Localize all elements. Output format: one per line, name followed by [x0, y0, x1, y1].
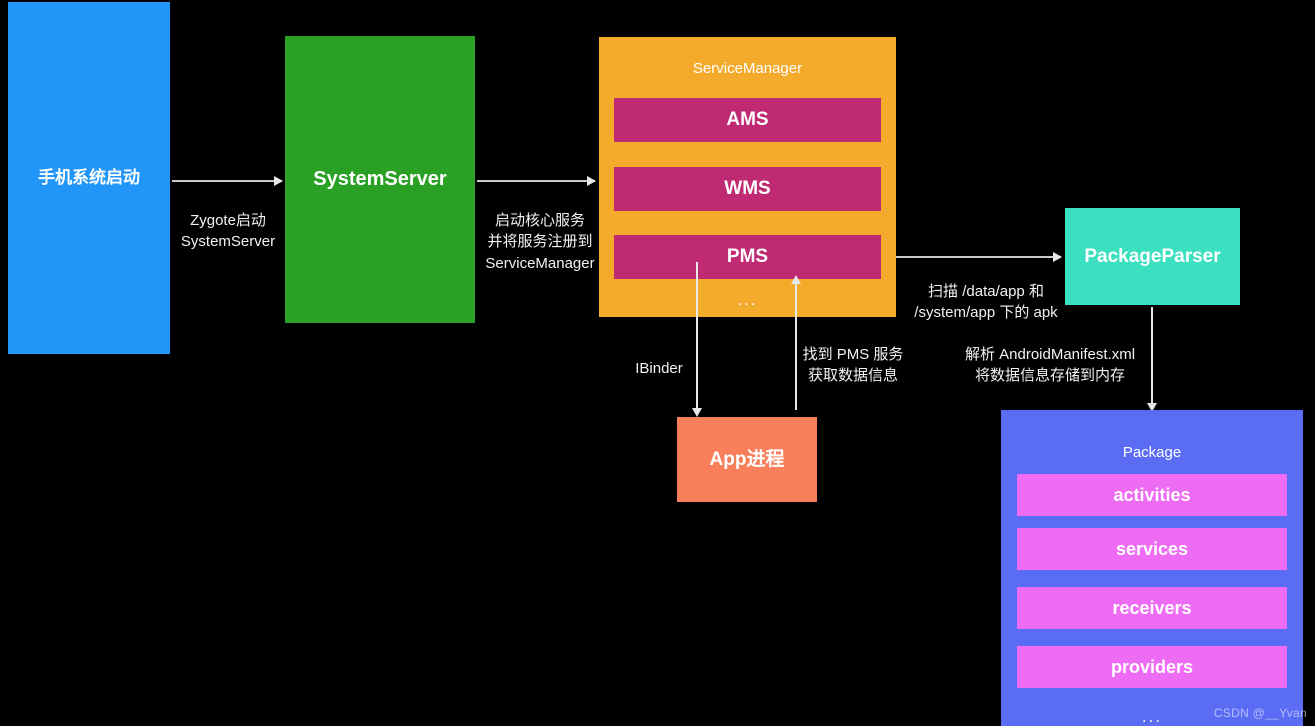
package-item-activities-label: activities: [1113, 484, 1191, 505]
edge-label-zygote: Zygote启动 SystemServer: [180, 212, 276, 251]
service-manager-ellipsis: ...: [737, 290, 758, 309]
edge-label-find-pms: 找到 PMS 服务 获取数据信息: [802, 346, 904, 385]
edge-label-scan-apk: 扫描 /data/app 和 /system/app 下的 apk: [914, 283, 1058, 322]
diagram-canvas: 手机系统启动 Zygote启动 SystemServer SystemServe…: [0, 0, 1315, 726]
service-item-pms-label: PMS: [726, 246, 769, 268]
edge-label-start-core-services: 启动核心服务 并将服务注册到 ServiceManager: [485, 212, 595, 272]
service-manager-title: ServiceManager: [692, 60, 803, 77]
node-system-server: SystemServer: [285, 36, 475, 323]
package-item-receivers-label: receivers: [1112, 597, 1192, 618]
service-item-ams-label: AMS: [726, 109, 769, 131]
node-boot-label: 手机系统启动: [38, 168, 140, 188]
arrow-pms-to-package-parser: [896, 252, 1062, 262]
arrow-systemserver-to-servicemanager: [477, 176, 596, 186]
package-item-providers: providers: [1017, 646, 1287, 688]
service-item-wms-label: WMS: [724, 178, 771, 200]
package-item-services-label: services: [1115, 538, 1189, 559]
watermark: CSDN @__Yvan: [1213, 706, 1307, 720]
node-package: Package activities services receivers pr…: [1001, 410, 1303, 726]
node-service-manager: ServiceManager AMS WMS PMS ...: [599, 37, 896, 317]
service-item-wms: WMS: [614, 167, 881, 211]
arrow-boot-to-systemserver: [172, 176, 283, 186]
node-boot: 手机系统启动: [8, 2, 170, 354]
package-title: Package: [1122, 444, 1182, 461]
package-item-services: services: [1017, 528, 1287, 570]
service-item-pms: PMS: [614, 235, 881, 279]
node-system-server-label: SystemServer: [313, 168, 447, 190]
node-app-process-label: App进程: [709, 448, 785, 470]
node-package-parser-label: PackageParser: [1084, 245, 1221, 267]
arrow-pms-to-app-process: [692, 262, 702, 417]
edge-label-parse-manifest: 解析 AndroidManifest.xml 将数据信息存储到内存: [964, 346, 1136, 385]
edge-label-ibinder: IBinder: [635, 360, 683, 377]
package-item-providers-label: providers: [1110, 656, 1194, 677]
package-item-activities: activities: [1017, 474, 1287, 516]
node-app-process: App进程: [677, 417, 817, 502]
service-item-ams: AMS: [614, 98, 881, 142]
node-package-parser: PackageParser: [1065, 208, 1240, 305]
package-item-receivers: receivers: [1017, 587, 1287, 629]
